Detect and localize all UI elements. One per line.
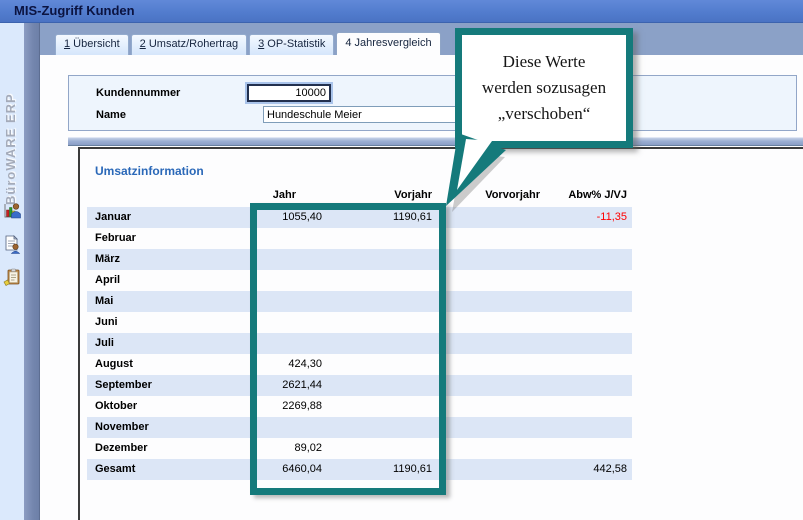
cell-month: November — [87, 417, 247, 438]
kundennummer-label: Kundennummer — [96, 87, 180, 99]
window-title: MIS-Zugriff Kunden — [0, 0, 135, 22]
customer-report-icon[interactable] — [2, 234, 22, 254]
cell-vorvorjahr — [432, 291, 540, 312]
cell-month: Februar — [87, 228, 247, 249]
cell-month: Juli — [87, 333, 247, 354]
cell-month: Oktober — [87, 396, 247, 417]
column-header-vorvorjahr: Vorvorjahr — [432, 188, 540, 203]
column-header-jahr: Jahr — [247, 188, 322, 203]
cell-abw — [540, 354, 632, 375]
cell-vorvorjahr — [432, 354, 540, 375]
window-titlebar: MIS-Zugriff Kunden — [0, 0, 803, 23]
column-header-vorjahr: Vorjahr — [322, 188, 432, 203]
sidebar-rail — [24, 23, 40, 520]
sidebar-toolbar — [2, 201, 22, 287]
customer-statistics-icon[interactable] — [2, 201, 22, 221]
cell-vorvorjahr — [432, 207, 540, 228]
table-header-row: Jahr Vorjahr Vorvorjahr Abw% J/VJ — [87, 188, 632, 203]
cell-month: Dezember — [87, 438, 247, 459]
cell-month: September — [87, 375, 247, 396]
cell-month: April — [87, 270, 247, 291]
cell-vorvorjahr — [432, 459, 540, 480]
cell-abw: -11,35 — [540, 207, 632, 228]
tab-bar: 1 Übersicht2 Umsatz/Rohertrag3 OP-Statis… — [55, 32, 441, 55]
column-header-month — [87, 188, 247, 203]
tab-3-opstatistik[interactable]: 3 OP-Statistik — [249, 34, 334, 55]
cell-abw — [540, 396, 632, 417]
cell-abw — [540, 333, 632, 354]
cell-vorvorjahr — [432, 333, 540, 354]
cell-abw — [540, 228, 632, 249]
cell-vorvorjahr — [432, 312, 540, 333]
tab-1-bersicht[interactable]: 1 Übersicht — [55, 34, 129, 55]
brand-vertical-label: BüroWARE ERP — [3, 35, 18, 205]
cell-abw — [540, 291, 632, 312]
cell-abw — [540, 270, 632, 291]
cell-vorvorjahr — [432, 417, 540, 438]
cell-vorvorjahr — [432, 396, 540, 417]
cell-month: März — [87, 249, 247, 270]
cell-vorvorjahr — [432, 438, 540, 459]
cell-vorvorjahr — [432, 249, 540, 270]
callout-line-2: werden sozusagen — [482, 75, 606, 101]
name-label: Name — [96, 109, 126, 121]
cell-vorvorjahr — [432, 270, 540, 291]
cell-month: Januar — [87, 207, 247, 228]
callout-bubble: Diese Werte werden sozusagen „verschoben… — [455, 28, 633, 148]
column-header-abw: Abw% J/VJ — [540, 188, 632, 203]
cell-abw — [540, 312, 632, 333]
application-window: MIS-Zugriff Kunden BüroWARE ERP — [0, 0, 803, 520]
cell-month: Juni — [87, 312, 247, 333]
cell-month: Gesamt — [87, 459, 247, 480]
cell-month: August — [87, 354, 247, 375]
highlight-rectangle — [250, 203, 446, 495]
section-divider — [68, 137, 803, 146]
tab-4-jahresvergleich[interactable]: 4 Jahresvergleich — [336, 32, 440, 55]
cell-abw: 442,58 — [540, 459, 632, 480]
section-title: Umsatzinformation — [95, 164, 204, 178]
customer-form-panel: Kundennummer Name — [68, 75, 797, 131]
cell-month: Mai — [87, 291, 247, 312]
cell-abw — [540, 417, 632, 438]
table-frame-left — [78, 147, 80, 520]
cell-vorvorjahr — [432, 375, 540, 396]
callout-line-3: „verschoben“ — [498, 101, 591, 127]
table-frame-top — [78, 147, 803, 149]
cell-abw — [540, 375, 632, 396]
cell-vorvorjahr — [432, 228, 540, 249]
clipboard-notes-icon[interactable] — [2, 267, 22, 287]
cell-abw — [540, 438, 632, 459]
cell-abw — [540, 249, 632, 270]
callout-line-1: Diese Werte — [503, 49, 586, 75]
sidebar: BüroWARE ERP — [0, 23, 24, 520]
kundennummer-input[interactable] — [247, 84, 331, 102]
tab-2-umsatzrohertrag[interactable]: 2 Umsatz/Rohertrag — [131, 34, 247, 55]
